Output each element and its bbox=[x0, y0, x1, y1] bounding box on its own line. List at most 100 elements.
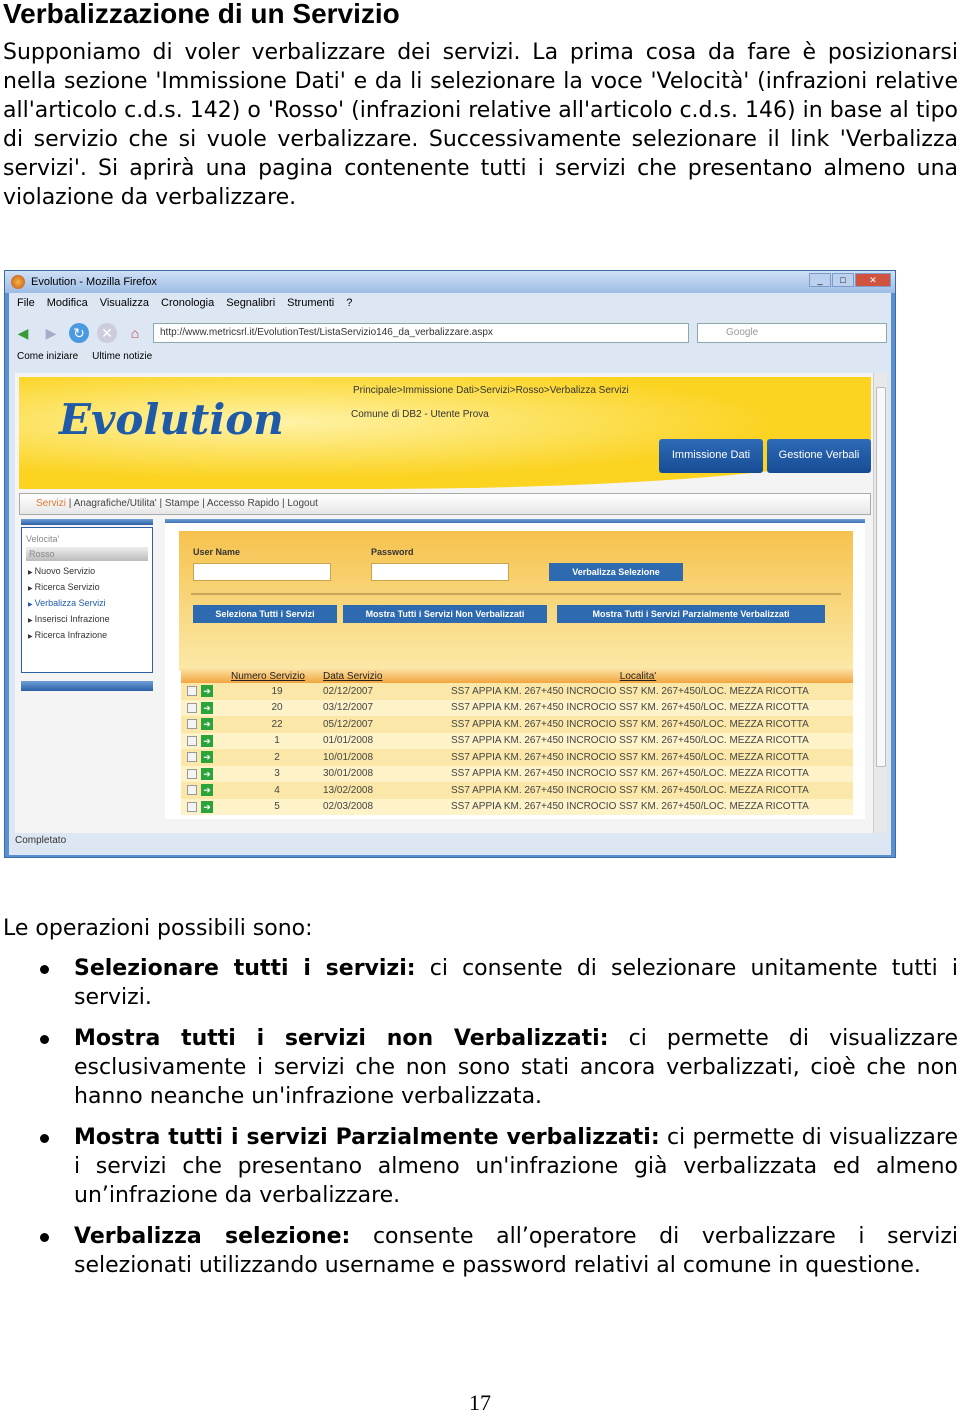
minimize-icon[interactable]: _ bbox=[809, 273, 831, 287]
cell-localita: SS7 APPIA KM. 267+450 INCROCIO SS7 KM. 2… bbox=[423, 699, 853, 716]
open-arrow-icon[interactable]: ➜ bbox=[201, 800, 213, 813]
open-arrow-icon[interactable]: ➜ bbox=[201, 734, 213, 747]
services-table: Numero Servizio Data Servizio Localita' … bbox=[181, 669, 853, 815]
cell-localita: SS7 APPIA KM. 267+450 INCROCIO SS7 KM. 2… bbox=[423, 782, 853, 799]
cell-numero: 20 bbox=[231, 699, 323, 716]
cell-localita: SS7 APPIA KM. 267+450 INCROCIO SS7 KM. 2… bbox=[423, 765, 853, 782]
table-row: ➜ 2 10/01/2008 SS7 APPIA KM. 267+450 INCROC… bbox=[181, 749, 853, 766]
page-number: 17 bbox=[469, 1390, 491, 1415]
password-input[interactable] bbox=[371, 563, 509, 581]
cell-data: 13/02/2008 bbox=[323, 782, 423, 799]
list-item: Mostra tutti i servizi Parzialmente verb… bbox=[0, 1123, 958, 1210]
menu-help[interactable]: ? bbox=[346, 297, 352, 309]
nav-stampe[interactable]: Stampe bbox=[165, 498, 199, 509]
list-item: Mostra tutti i servizi non Verbalizzati:… bbox=[0, 1024, 958, 1111]
open-arrow-icon[interactable]: ➜ bbox=[201, 784, 213, 797]
cell-data: 01/01/2008 bbox=[323, 732, 423, 749]
nav-accesso-rapido[interactable]: Accesso Rapido bbox=[207, 498, 279, 509]
web-page: Evolution Principale>Immissione Dati>Ser… bbox=[15, 373, 887, 833]
menu-file[interactable]: File bbox=[17, 297, 35, 309]
back-icon[interactable]: ◀ bbox=[13, 323, 33, 343]
menu-modifica[interactable]: Modifica bbox=[47, 297, 88, 309]
stop-icon[interactable]: ✕ bbox=[97, 323, 117, 343]
mostra-parzialmente-verbalizzati-button[interactable]: Mostra Tutti i Servizi Parzialmente Verb… bbox=[557, 605, 825, 623]
cell-localita: SS7 APPIA KM. 267+450 INCROCIO SS7 KM. 2… bbox=[423, 798, 853, 815]
row-checkbox[interactable] bbox=[187, 768, 197, 779]
bookmark-come-iniziare[interactable]: Come iniziare bbox=[17, 351, 78, 362]
cell-numero: 2 bbox=[231, 749, 323, 766]
nav-anagrafiche[interactable]: Anagrafiche/Utilita' bbox=[74, 498, 157, 509]
home-icon[interactable]: ⌂ bbox=[125, 323, 145, 343]
table-row: ➜ 5 02/03/2008 SS7 APPIA KM. 267+450 INCROC… bbox=[181, 798, 853, 815]
op-term: Mostra tutti i servizi non Verbalizzati: bbox=[74, 1026, 609, 1051]
scrollbar[interactable] bbox=[873, 373, 887, 833]
verbalizza-selezione-button[interactable]: Verbalizza Selezione bbox=[549, 563, 683, 581]
cell-numero: 1 bbox=[231, 732, 323, 749]
verbalize-form: User Name Password Verbalizza Selezione … bbox=[179, 531, 853, 671]
sidebar-item-inserisci-infrazione[interactable]: Inserisci Infrazione bbox=[28, 614, 148, 624]
menu-strumenti[interactable]: Strumenti bbox=[287, 297, 334, 309]
sidebar-item-ricerca-servizio[interactable]: Ricerca Servizio bbox=[28, 582, 148, 592]
search-input[interactable]: Google bbox=[697, 323, 887, 343]
operations-list: Selezionare tutti i servizi: ci consente… bbox=[0, 954, 958, 1292]
cell-numero: 19 bbox=[231, 683, 323, 700]
row-checkbox[interactable] bbox=[187, 702, 197, 713]
close-icon[interactable]: ✕ bbox=[855, 273, 891, 287]
menu-bar: File Modifica Visualizza Cronologia Segn… bbox=[17, 297, 352, 309]
username-input[interactable] bbox=[193, 563, 331, 581]
sidebar-item-ricerca-infrazione[interactable]: Ricerca Infrazione bbox=[28, 630, 148, 640]
cell-data: 10/01/2008 bbox=[323, 749, 423, 766]
gestione-verbali-button[interactable]: Gestione Verbali bbox=[767, 439, 871, 473]
cell-data: 02/03/2008 bbox=[323, 798, 423, 815]
maximize-icon[interactable]: □ bbox=[832, 273, 854, 287]
col-numero[interactable]: Numero Servizio bbox=[231, 669, 323, 683]
reload-icon[interactable]: ↻ bbox=[69, 323, 89, 343]
menu-cronologia[interactable]: Cronologia bbox=[161, 297, 214, 309]
main-panel: User Name Password Verbalizza Selezione … bbox=[165, 523, 865, 819]
bookmark-ultime-notizie[interactable]: Ultime notizie bbox=[92, 351, 152, 362]
sidebar-item-nuovo-servizio[interactable]: Nuovo Servizio bbox=[28, 566, 148, 576]
sidebar-item-verbalizza-servizi[interactable]: Verbalizza Servizi bbox=[28, 598, 148, 608]
row-checkbox[interactable] bbox=[187, 752, 197, 763]
sidebar: Velocita' Rosso Nuovo Servizio Ricerca S… bbox=[21, 527, 153, 673]
open-arrow-icon[interactable]: ➜ bbox=[201, 751, 213, 764]
table-row: ➜ 3 30/01/2008 SS7 APPIA KM. 267+450 INCROC… bbox=[181, 765, 853, 782]
operations-intro: Le operazioni possibili sono: bbox=[3, 916, 313, 941]
row-checkbox[interactable] bbox=[187, 801, 197, 812]
row-checkbox[interactable] bbox=[187, 735, 197, 746]
cell-data: 05/12/2007 bbox=[323, 716, 423, 733]
url-bar[interactable]: http://www.metricsrl.it/EvolutionTest/Li… bbox=[153, 323, 689, 343]
user-info: Comune di DB2 - Utente Prova bbox=[351, 409, 489, 420]
seleziona-tutti-button[interactable]: Seleziona Tutti i Servizi bbox=[193, 605, 337, 623]
open-arrow-icon[interactable]: ➜ bbox=[201, 767, 213, 780]
table-row: ➜ 22 05/12/2007 SS7 APPIA KM. 267+450 INCRO… bbox=[181, 716, 853, 733]
browser-screenshot: Evolution - Mozilla Firefox _ □ ✕ File Mod… bbox=[4, 270, 896, 858]
row-checkbox[interactable] bbox=[187, 785, 197, 796]
window-titlebar: Evolution - Mozilla Firefox _ □ ✕ bbox=[5, 271, 895, 293]
table-row: ➜ 20 03/12/2007 SS7 APPIA KM. 267+450 INCRO… bbox=[181, 699, 853, 716]
mostra-non-verbalizzati-button[interactable]: Mostra Tutti i Servizi Non Verbalizzati bbox=[343, 605, 547, 623]
cell-numero: 3 bbox=[231, 765, 323, 782]
sidebar-heading[interactable]: Velocita' bbox=[26, 534, 148, 544]
forward-icon[interactable]: ▶ bbox=[41, 323, 61, 343]
cell-numero: 4 bbox=[231, 782, 323, 799]
status-bar: Completato bbox=[15, 835, 67, 846]
sidebar-section[interactable]: Rosso bbox=[26, 547, 148, 561]
nav-servizi[interactable]: Servizi bbox=[36, 498, 66, 509]
row-checkbox[interactable] bbox=[187, 719, 197, 730]
nav-logout[interactable]: Logout bbox=[287, 498, 318, 509]
immissione-dati-button[interactable]: Immissione Dati bbox=[659, 439, 763, 473]
menu-visualizza[interactable]: Visualizza bbox=[100, 297, 149, 309]
menu-segnalibri[interactable]: Segnalibri bbox=[226, 297, 275, 309]
col-data[interactable]: Data Servizio bbox=[323, 669, 423, 683]
cell-localita: SS7 APPIA KM. 267+450 INCROCIO SS7 KM. 2… bbox=[423, 716, 853, 733]
cell-numero: 22 bbox=[231, 716, 323, 733]
open-arrow-icon[interactable]: ➜ bbox=[201, 685, 213, 698]
cell-data: 03/12/2007 bbox=[323, 699, 423, 716]
col-localita[interactable]: Localita' bbox=[423, 669, 853, 683]
open-arrow-icon[interactable]: ➜ bbox=[201, 718, 213, 731]
window-title: Evolution - Mozilla Firefox bbox=[31, 276, 157, 288]
cell-localita: SS7 APPIA KM. 267+450 INCROCIO SS7 KM. 2… bbox=[423, 683, 853, 700]
row-checkbox[interactable] bbox=[187, 686, 197, 697]
open-arrow-icon[interactable]: ➜ bbox=[201, 701, 213, 714]
